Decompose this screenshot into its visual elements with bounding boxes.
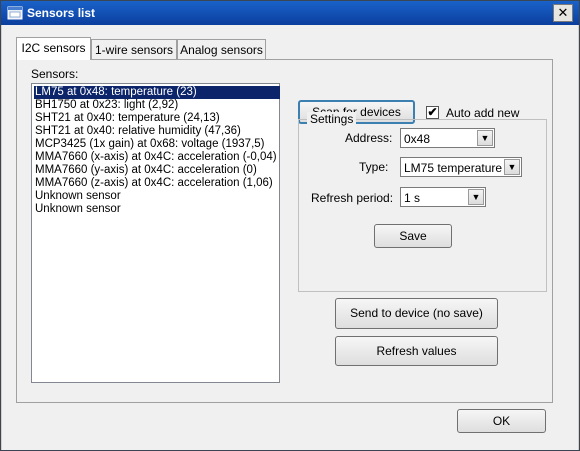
- type-dropdown[interactable]: LM75 temperature ▼: [400, 157, 522, 177]
- app-window-icon: [7, 6, 23, 20]
- list-item[interactable]: Unknown sensor: [34, 203, 280, 216]
- checkmark-icon: ✔: [427, 105, 438, 119]
- type-value: LM75 temperature: [404, 161, 503, 175]
- tab-i2c-sensors[interactable]: I2C sensors: [16, 37, 91, 60]
- chevron-down-icon: ▼: [477, 130, 493, 146]
- save-button[interactable]: Save: [374, 224, 452, 248]
- tab-label: Analog sensors: [180, 43, 263, 57]
- address-value: 0x48: [404, 132, 431, 146]
- chevron-down-icon: ▼: [468, 189, 484, 205]
- list-item[interactable]: LM75 at 0x48: temperature (23): [34, 86, 280, 99]
- list-item[interactable]: Unknown sensor: [34, 190, 280, 203]
- list-item[interactable]: SHT21 at 0x40: relative humidity (47,36): [34, 125, 280, 138]
- list-item[interactable]: MMA7660 (z-axis) at 0x4C: acceleration (…: [34, 177, 280, 190]
- window-title: Sensors list: [27, 6, 96, 20]
- tab-analog-sensors[interactable]: Analog sensors: [177, 39, 266, 59]
- sensors-label: Sensors:: [31, 67, 79, 81]
- refresh-period-value: 1 s: [404, 191, 421, 205]
- send-to-device-button[interactable]: Send to device (no save): [335, 298, 498, 329]
- type-label: Type:: [359, 160, 389, 174]
- auto-add-new-checkbox[interactable]: ✔: [426, 106, 439, 119]
- ok-button-label: OK: [492, 414, 511, 428]
- refresh-values-button[interactable]: Refresh values: [335, 336, 498, 366]
- refresh-button-label: Refresh values: [376, 344, 457, 358]
- list-item[interactable]: SHT21 at 0x40: temperature (24,13): [34, 112, 280, 125]
- i2c-sensors-panel: Sensors: LM75 at 0x48: temperature (23) …: [16, 59, 553, 403]
- close-icon: ✕: [557, 5, 569, 20]
- auto-add-new-label: Auto add new: [446, 106, 520, 120]
- tab-label: 1-wire sensors: [94, 43, 174, 57]
- refresh-period-label: Refresh period:: [311, 191, 394, 205]
- address-label: Address:: [345, 131, 393, 145]
- tab-label: I2C sensors: [21, 41, 86, 55]
- list-item[interactable]: BH1750 at 0x23: light (2,92): [34, 99, 280, 112]
- close-button[interactable]: ✕: [553, 4, 573, 22]
- list-item[interactable]: MMA7660 (x-axis) at 0x4C: acceleration (…: [34, 151, 280, 164]
- save-button-label: Save: [399, 229, 427, 243]
- address-dropdown[interactable]: 0x48 ▼: [400, 128, 495, 148]
- sensors-listbox[interactable]: LM75 at 0x48: temperature (23) BH1750 at…: [31, 83, 280, 383]
- tab-1-wire-sensors[interactable]: 1-wire sensors: [91, 39, 177, 59]
- settings-group: Settings Address: 0x48 ▼ Type: LM75 temp…: [298, 112, 547, 292]
- list-item[interactable]: MCP3425 (1x gain) at 0x68: voltage (1937…: [34, 138, 280, 151]
- title-bar: Sensors list ✕: [1, 1, 579, 25]
- list-item[interactable]: MMA7660 (y-axis) at 0x4C: acceleration (…: [34, 164, 280, 177]
- settings-legend: Settings: [307, 112, 357, 126]
- refresh-period-dropdown[interactable]: 1 s ▼: [400, 187, 486, 207]
- dialog-client-area: I2C sensors 1-wire sensors Analog sensor…: [2, 25, 578, 450]
- chevron-down-icon: ▼: [504, 159, 520, 175]
- sensors-list-dialog: Sensors list ✕ I2C sensors 1-wire sensor…: [0, 0, 580, 451]
- ok-button[interactable]: OK: [457, 409, 546, 433]
- send-button-label: Send to device (no save): [350, 306, 483, 320]
